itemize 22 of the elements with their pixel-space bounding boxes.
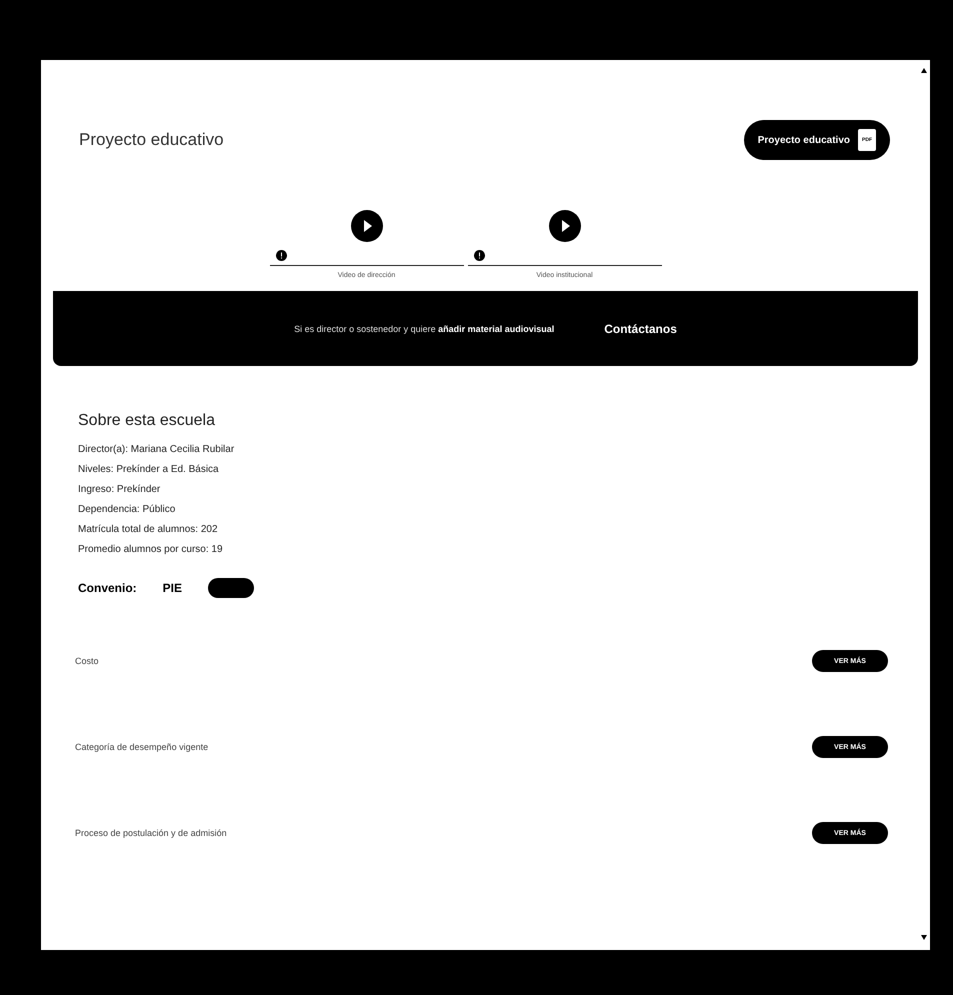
school-fact: Dependencia: Público — [78, 503, 176, 517]
section-title: Proyecto educativo — [79, 130, 224, 150]
agreement-label: Convenio: — [78, 581, 137, 595]
exclamation-icon — [276, 250, 286, 261]
school-fact: Niveles: Prekínder a Ed. Básica — [78, 463, 220, 477]
info-section-title: Categoría de desempeño vigente — [75, 742, 208, 752]
contact-link[interactable]: Contáctanos — [604, 322, 677, 336]
school-fact: Promedio alumnos por curso: 19 — [78, 543, 224, 557]
info-section-title: Costo — [75, 656, 99, 666]
school-fact: Ingreso: Prekínder — [78, 483, 162, 497]
play-icon[interactable] — [548, 210, 580, 242]
section-title: Sobre esta escuela — [78, 412, 216, 430]
info-section-title: Proceso de postulación y de admisión — [75, 828, 227, 838]
school-fact: Director(a): Mariana Cecilia Rubilar — [78, 443, 236, 457]
scroll-up-icon[interactable] — [921, 68, 927, 73]
school-fact: Matrícula total de alumnos: 202 — [78, 523, 219, 537]
play-icon[interactable] — [350, 210, 382, 242]
agreement-name: PIE — [162, 581, 182, 595]
exclamation-icon — [474, 250, 484, 261]
scroll-down-icon[interactable] — [921, 935, 927, 940]
agreement-pill — [208, 578, 254, 598]
banner-text: Si es director o sostenedor y quiere añadir material audiovisual — [294, 324, 554, 334]
